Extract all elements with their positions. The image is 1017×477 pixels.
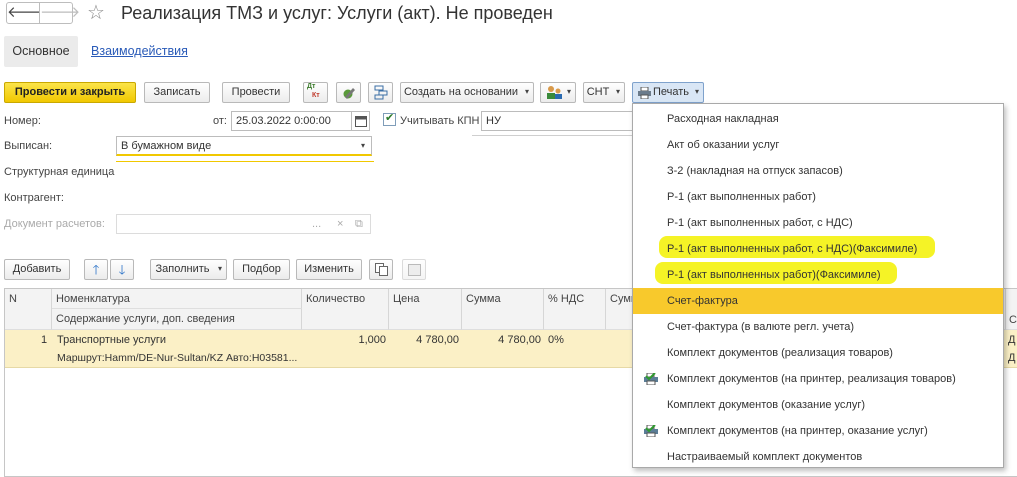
settlement-doc-label: Документ расчетов: [4,218,105,230]
kpn-label: Учитывать КПН [400,115,480,127]
move-down-button[interactable]: 🡓 [110,259,134,280]
unit-label: Структурная единица [4,166,115,178]
printer-check-icon [644,425,658,437]
menu-item-z2[interactable]: З-2 (накладная на отпуск запасов) [633,158,1003,184]
tab-main[interactable]: Основное [4,36,78,67]
paste-icon [408,264,421,276]
row-price[interactable]: 4 780,00 [389,334,459,346]
dt-kt-icon: Дт Кт [307,83,320,99]
menu-item-doc-set-goods[interactable]: Комплект документов (реализация товаров) [633,340,1003,366]
arrow-right-icon: 🡒 [40,4,81,21]
post-button[interactable]: Провести [222,82,290,103]
menu-item-doc-set-printer-goods[interactable]: Комплект документов (на принтер, реализа… [633,366,1003,392]
col-header-service-content[interactable]: Содержание услуги, доп. сведения [52,309,302,330]
users-button[interactable]: ▾ [540,82,576,103]
arrow-down-icon: 🡓 [118,262,126,277]
copy-button[interactable] [369,259,393,280]
chevron-down-icon: ▾ [566,87,571,96]
move-up-button[interactable]: 🡑 [84,259,108,280]
snt-button[interactable]: СНТ ▾ [583,82,625,103]
settlement-doc-field[interactable]: ... × ⧉ [116,214,371,234]
date-label: от: [213,115,227,127]
menu-item-tax-invoice-currency[interactable]: Счет-фактура (в валюте регл. учета) [633,314,1003,340]
star-icon[interactable]: ☆ [87,0,105,26]
col-header-sum[interactable]: Сумма [462,289,544,330]
select-ellipsis[interactable]: ... [312,215,321,233]
row-cut-1: Д [1008,334,1016,346]
copy-icon [375,263,388,276]
col-header-qty[interactable]: Количество [302,289,389,330]
row-detail[interactable]: Маршрут:Hamm/DE-Nur-Sultan/KZ Авто:H0358… [57,352,297,364]
structure-icon [374,85,388,100]
row-qty[interactable]: 1,000 [302,334,386,346]
divider [472,135,634,136]
menu-item-service-act[interactable]: Акт об оказании услуг [633,132,1003,158]
row-nomenclature[interactable]: Транспортные услуги [57,334,166,346]
issued-label: Выписан: [4,140,53,152]
forward-button[interactable]: 🡒 [39,2,81,24]
chevron-down-icon: ▾ [524,87,529,96]
date-field[interactable]: 25.03.2022 0:00:00 [231,111,352,131]
col-header-n[interactable]: N [5,289,52,330]
field-underline [116,158,374,162]
post-and-close-button[interactable]: Провести и закрыть [4,82,136,103]
arrow-left-icon: 🡐 [7,4,48,21]
add-button[interactable]: Добавить [4,259,70,280]
printer-icon [638,87,651,99]
kpn-field[interactable]: НУ [481,111,634,131]
menu-item-custom-doc-set[interactable]: Настраиваемый комплект документов [633,444,1003,470]
issued-select[interactable]: В бумажном виде ▾ [116,136,372,156]
structure-button[interactable] [368,82,393,103]
users-icon [547,86,562,99]
menu-item-tax-invoice[interactable]: Счет-фактура [633,288,1003,314]
menu-item-invoice[interactable]: Расходная накладная [633,106,1003,132]
print-menu: Расходная накладная Акт об оказании услу… [632,103,1004,468]
create-based-on-button[interactable]: Создать на основании ▾ [400,82,534,103]
menu-item-r1-vat[interactable]: Р-1 (акт выполненных работ, с НДС) [633,210,1003,236]
clear-icon[interactable]: × [337,215,343,233]
number-label: Номер: [4,115,41,127]
save-button[interactable]: Записать [144,82,210,103]
row-cut-2: Д [1008,352,1016,364]
pencil-icon [343,88,355,99]
arrow-up-icon: 🡑 [92,262,100,277]
row-sum[interactable]: 4 780,00 [462,334,541,346]
col-header-cut: С [1005,289,1017,330]
calendar-icon [355,116,367,127]
page-title: Реализация ТМЗ и услуг: Услуги (акт). Не… [121,3,553,23]
chevron-down-icon: ▾ [615,87,620,96]
counterparty-label: Контрагент: [4,192,64,204]
fill-button[interactable]: Заполнить ▾ [150,259,227,280]
tab-interactions[interactable]: Взаимодействия [91,44,188,58]
chevron-down-icon: ▾ [217,264,222,273]
kpn-checkbox[interactable] [383,111,396,126]
menu-item-r1-facsimile[interactable]: Р-1 (акт выполненных работ)(Факсимиле) [633,262,1003,288]
print-button[interactable]: Печать ▾ [632,82,704,103]
pick-button[interactable]: Подбор [233,259,290,280]
change-button[interactable]: Изменить [296,259,362,280]
paste-button[interactable] [402,259,426,280]
back-button[interactable]: 🡐 [6,2,48,24]
col-header-vat-pct[interactable]: % НДС [544,289,606,330]
menu-item-r1-vat-facsimile[interactable]: Р-1 (акт выполненных работ, с НДС)(Факси… [633,236,1003,262]
printer-check-icon [644,373,658,385]
edit-pencil-button[interactable] [336,82,361,103]
menu-item-doc-set-printer-services[interactable]: Комплект документов (на принтер, оказани… [633,418,1003,444]
chevron-down-icon: ▾ [360,141,365,150]
row-number: 1 [41,334,48,346]
row-vat-pct[interactable]: 0% [548,334,564,346]
dt-kt-button[interactable]: Дт Кт [303,82,328,103]
col-header-nomenclature[interactable]: Номенклатура [52,289,302,309]
chevron-down-icon: ▾ [694,87,699,96]
calendar-button[interactable] [351,111,370,131]
open-icon[interactable]: ⧉ [355,215,363,233]
menu-item-doc-set-services[interactable]: Комплект документов (оказание услуг) [633,392,1003,418]
menu-item-r1[interactable]: Р-1 (акт выполненных работ) [633,184,1003,210]
col-header-price[interactable]: Цена [389,289,462,330]
